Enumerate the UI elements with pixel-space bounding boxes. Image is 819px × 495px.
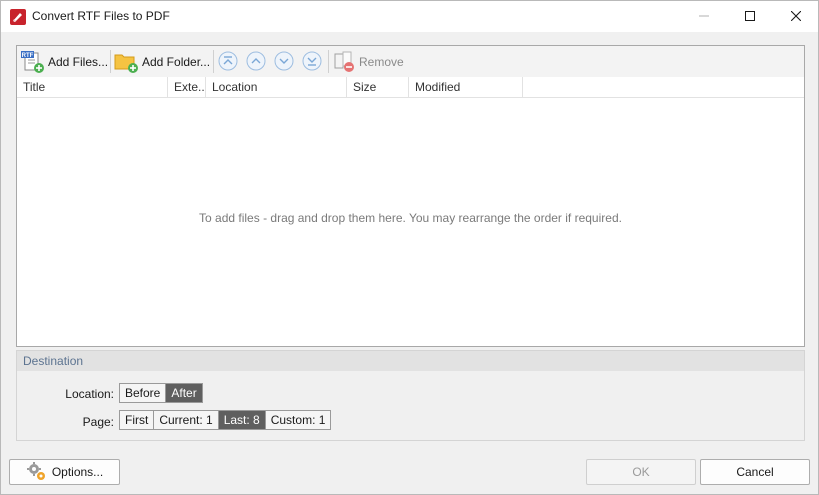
remove-file-icon	[333, 50, 357, 74]
page-option-custom[interactable]: Custom: 1	[266, 411, 331, 429]
file-toolbar: RTF Add Files... Add Folder... Remove	[17, 46, 804, 78]
page-option-first[interactable]: First	[120, 411, 155, 429]
location-option-before[interactable]: Before	[120, 384, 167, 402]
toolbar-separator	[110, 50, 111, 73]
maximize-button[interactable]	[727, 1, 773, 32]
location-option-after[interactable]: After	[166, 384, 202, 402]
add-rtf-file-icon: RTF	[20, 50, 46, 74]
title-bar: Convert RTF Files to PDF	[1, 1, 818, 32]
close-icon	[790, 10, 802, 24]
gear-icon	[26, 461, 48, 483]
destination-header: Destination	[17, 351, 804, 371]
add-folder-icon	[114, 50, 140, 74]
page-label: Page:	[82, 415, 114, 429]
column-title[interactable]: Title	[17, 77, 168, 97]
page-option-current[interactable]: Current: 1	[154, 411, 219, 429]
ok-label: OK	[632, 465, 650, 479]
destination-group: Destination Location: Before After Page:…	[16, 350, 805, 441]
column-extension[interactable]: Exte..	[168, 77, 206, 97]
options-label: Options...	[51, 465, 104, 479]
add-folder-label: Add Folder...	[142, 54, 211, 69]
move-down-icon[interactable]	[274, 51, 294, 71]
column-size[interactable]: Size	[347, 77, 409, 97]
minimize-icon	[699, 10, 709, 24]
ok-button[interactable]: OK	[586, 459, 696, 485]
column-location[interactable]: Location	[206, 77, 347, 97]
empty-list-hint: To add files - drag and drop them here. …	[199, 211, 622, 225]
cancel-button[interactable]: Cancel	[700, 459, 810, 485]
location-label: Location:	[65, 387, 114, 401]
cancel-label: Cancel	[736, 465, 774, 479]
move-to-top-icon[interactable]	[218, 51, 238, 71]
svg-text:RTF: RTF	[22, 53, 34, 59]
add-files-label: Add Files...	[48, 54, 109, 69]
location-toggle: Before After	[119, 383, 203, 403]
dialog-window: Convert RTF Files to PDF RTF Add Files..…	[0, 0, 819, 495]
column-header-row: Title Exte.. Location Size Modified	[17, 77, 804, 98]
maximize-icon	[745, 10, 755, 24]
remove-button[interactable]: Remove	[333, 49, 404, 74]
close-button[interactable]	[773, 1, 819, 32]
toolbar-separator	[213, 50, 214, 73]
minimize-button[interactable]	[681, 1, 727, 32]
move-up-icon[interactable]	[246, 51, 266, 71]
add-files-button[interactable]: RTF Add Files...	[20, 49, 108, 74]
options-button[interactable]: Options...	[9, 459, 120, 485]
dialog-button-bar: Options... OK Cancel	[1, 451, 818, 494]
add-folder-button[interactable]: Add Folder...	[114, 49, 210, 74]
toolbar-separator	[328, 50, 329, 73]
file-list-panel[interactable]: RTF Add Files... Add Folder... Remove Ti…	[16, 45, 805, 347]
column-modified[interactable]: Modified	[409, 77, 523, 97]
page-option-last[interactable]: Last: 8	[218, 411, 266, 429]
remove-label: Remove	[359, 54, 404, 69]
page-toggle: First Current: 1 Last: 8 Custom: 1	[119, 410, 332, 430]
move-to-bottom-icon[interactable]	[302, 51, 322, 71]
pdf-app-icon	[10, 9, 26, 25]
window-title: Convert RTF Files to PDF	[32, 9, 170, 23]
